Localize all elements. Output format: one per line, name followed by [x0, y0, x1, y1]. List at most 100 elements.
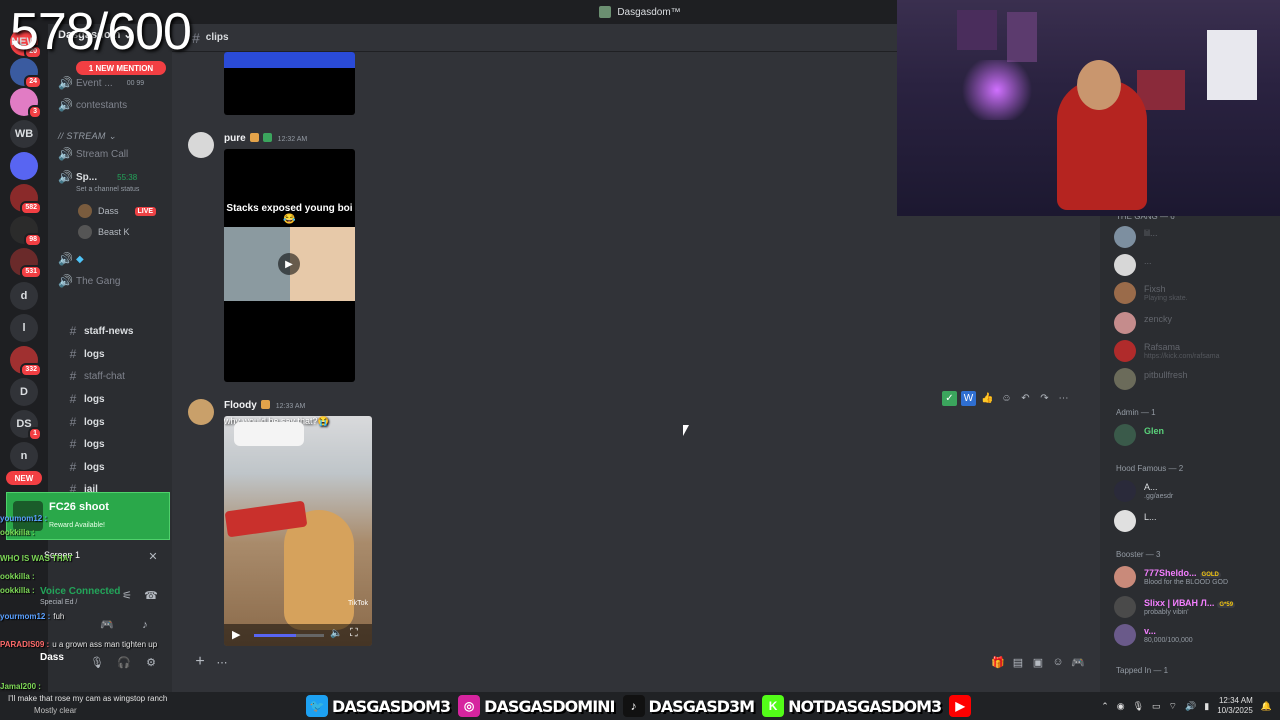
wifi-icon[interactable]: ⌔: [1169, 701, 1177, 712]
member-group-header: Admin — 1: [1116, 408, 1156, 417]
channel-contestants[interactable]: 🔊 contestants: [58, 96, 170, 114]
monitor-icon[interactable]: ▭: [1152, 701, 1161, 712]
member-item[interactable]: Fixsh Playing skate.: [1114, 280, 1278, 306]
avatar: [78, 204, 92, 218]
channel-the-gang[interactable]: 🔊 The Gang: [58, 272, 170, 290]
server-icon[interactable]: 582: [10, 184, 42, 215]
channel-stream-call[interactable]: 🔊 Stream Call: [58, 145, 170, 163]
voice-timer: 55:38: [117, 172, 138, 182]
headphones-icon[interactable]: 🎧: [117, 656, 131, 670]
server-icon[interactable]: 24: [10, 58, 42, 89]
soundboard-icon[interactable]: ♪: [138, 618, 152, 632]
server-icon[interactable]: D: [10, 378, 38, 406]
youtube-icon: ▶: [949, 695, 972, 717]
server-icon[interactable]: n: [10, 442, 38, 470]
server-icon[interactable]: 531: [10, 248, 42, 279]
channel-staff-news[interactable]: ▶#staff-news: [68, 322, 172, 340]
channel-staff-chat[interactable]: ▶#staff-chat: [68, 367, 172, 385]
channel-logs[interactable]: ▶#logs: [68, 435, 172, 453]
notification-bell-icon[interactable]: 🔔: [1261, 701, 1272, 712]
server-icon[interactable]: DS 1: [10, 410, 42, 441]
check-reaction-icon[interactable]: ✓: [942, 390, 957, 406]
member-item[interactable]: A... .gg/aesdr: [1114, 478, 1278, 504]
member-item[interactable]: v... 80,000/100,000: [1114, 622, 1278, 648]
member-item[interactable]: pitbullfresh: [1114, 366, 1278, 392]
add-attachment-icon[interactable]: +: [188, 653, 212, 671]
voice-user-dass[interactable]: Dass LIVE: [78, 202, 157, 220]
video-embed-floody[interactable]: why would he say that?😭 TikTok ▶ 🔈 ⛶: [224, 416, 372, 646]
message-author[interactable]: pure 12:32 AM: [224, 133, 307, 144]
social-handle: DASGASD3M: [648, 696, 756, 716]
avatar[interactable]: [188, 132, 214, 158]
gift-icon[interactable]: 🎁: [988, 656, 1008, 669]
member-item[interactable]: zencky: [1114, 310, 1278, 336]
channel-logs[interactable]: ▶#logs: [68, 458, 172, 476]
more-icon[interactable]: ⋯: [1056, 391, 1071, 406]
channel-event[interactable]: 🔊 Event ... 00 99: [58, 74, 170, 92]
sticker-icon[interactable]: ▣: [1028, 656, 1048, 669]
member-item[interactable]: Glen: [1114, 422, 1278, 448]
fullscreen-icon[interactable]: ⛶: [350, 627, 358, 640]
gif-icon[interactable]: ▤: [1008, 656, 1028, 669]
member-item[interactable]: L...: [1114, 508, 1278, 534]
voice-user-beast-k[interactable]: Beast K: [78, 223, 130, 241]
app-icon: [599, 6, 612, 18]
server-icon[interactable]: d: [10, 282, 38, 310]
member-item[interactable]: Slixx | ИВАН Л... G*59 probably vibin': [1114, 594, 1278, 620]
video-progress-bar[interactable]: [254, 634, 324, 637]
w-reaction-icon[interactable]: W: [961, 390, 976, 406]
noise-suppression-icon[interactable]: ⚟: [120, 589, 134, 603]
speaker-icon: 🔊: [58, 98, 73, 112]
message-composer[interactable]: + ⋯ 🎁 ▤ ▣ ☺ 🎮: [188, 650, 1088, 674]
current-username[interactable]: Dass: [40, 652, 64, 663]
volume-icon[interactable]: 🔈: [330, 628, 342, 639]
member-item[interactable]: Rafsama https://kick.com/rafsama: [1114, 338, 1278, 364]
category-stream[interactable]: // STREAM ⌄: [58, 131, 116, 142]
play-icon[interactable]: ▶: [278, 253, 300, 275]
channel-logs[interactable]: ▶#logs: [68, 390, 172, 408]
message-author[interactable]: Floody 12:33 AM: [224, 400, 305, 411]
battery-icon[interactable]: ▮: [1204, 701, 1209, 712]
settings-gear-icon[interactable]: ⚙: [144, 656, 158, 670]
channel-status-hint[interactable]: Set a channel status: [76, 186, 139, 193]
activity-icon[interactable]: 🎮: [1068, 656, 1088, 669]
avatar[interactable]: [188, 399, 214, 425]
member-item[interactable]: ...: [1114, 252, 1278, 278]
volume-tray-icon[interactable]: 🔊: [1185, 701, 1196, 712]
channel-logs[interactable]: ▶#logs: [68, 345, 172, 363]
apps-icon[interactable]: ⋯: [212, 656, 232, 669]
video-embed-pure[interactable]: Stacks exposed young boi😂 ▶: [224, 149, 355, 382]
reply-icon[interactable]: ↶: [1018, 391, 1033, 406]
channel-diamond[interactable]: 🔊 ◆: [58, 250, 170, 268]
speaker-icon: 🔊: [58, 76, 73, 90]
previous-media[interactable]: [224, 52, 355, 115]
new-unreads-pill[interactable]: NEW: [6, 471, 42, 485]
system-clock[interactable]: 12:34 AM 10/3/2025: [1217, 696, 1253, 716]
system-tray: ⌃ ◉ 🎙 ▭ ⌔ 🔊 ▮ 12:34 AM 10/3/2025 🔔: [1101, 694, 1272, 718]
close-icon[interactable]: ✕: [146, 550, 160, 564]
add-reaction-icon[interactable]: ☺: [999, 391, 1014, 406]
forward-icon[interactable]: ↷: [1037, 391, 1052, 406]
server-icon[interactable]: 3: [10, 88, 42, 119]
server-icon[interactable]: [10, 152, 38, 180]
activity-icon[interactable]: 🎮: [100, 618, 114, 632]
server-icon[interactable]: WB: [10, 120, 38, 148]
network-icon[interactable]: ◉: [1117, 701, 1125, 712]
channel-logs[interactable]: ▶#logs: [68, 413, 172, 431]
chat-line: youmom12 :: [0, 514, 50, 523]
server-icon[interactable]: 98: [10, 216, 42, 247]
play-icon[interactable]: ▶: [232, 628, 240, 641]
unread-badge: 531: [20, 265, 42, 279]
thumbs-up-icon[interactable]: 👍: [980, 391, 995, 406]
member-item[interactable]: lil...: [1114, 224, 1278, 250]
chevron-up-icon[interactable]: ⌃: [1101, 701, 1109, 712]
new-mention-pill[interactable]: 1 NEW MENTION: [76, 61, 166, 75]
server-icon[interactable]: 332: [10, 346, 42, 377]
mic-tray-icon[interactable]: 🎙: [1133, 701, 1144, 712]
channel-sp[interactable]: 🔊 Sp... 55:38: [58, 168, 170, 186]
server-icon[interactable]: l: [10, 314, 38, 342]
mic-icon[interactable]: 🎙: [90, 656, 104, 670]
disconnect-icon[interactable]: ☎: [144, 589, 158, 603]
member-item[interactable]: 777Sheldo... GOLD Blood for the BLOOD GOD: [1114, 564, 1278, 590]
emoji-icon[interactable]: ☺: [1048, 656, 1068, 668]
